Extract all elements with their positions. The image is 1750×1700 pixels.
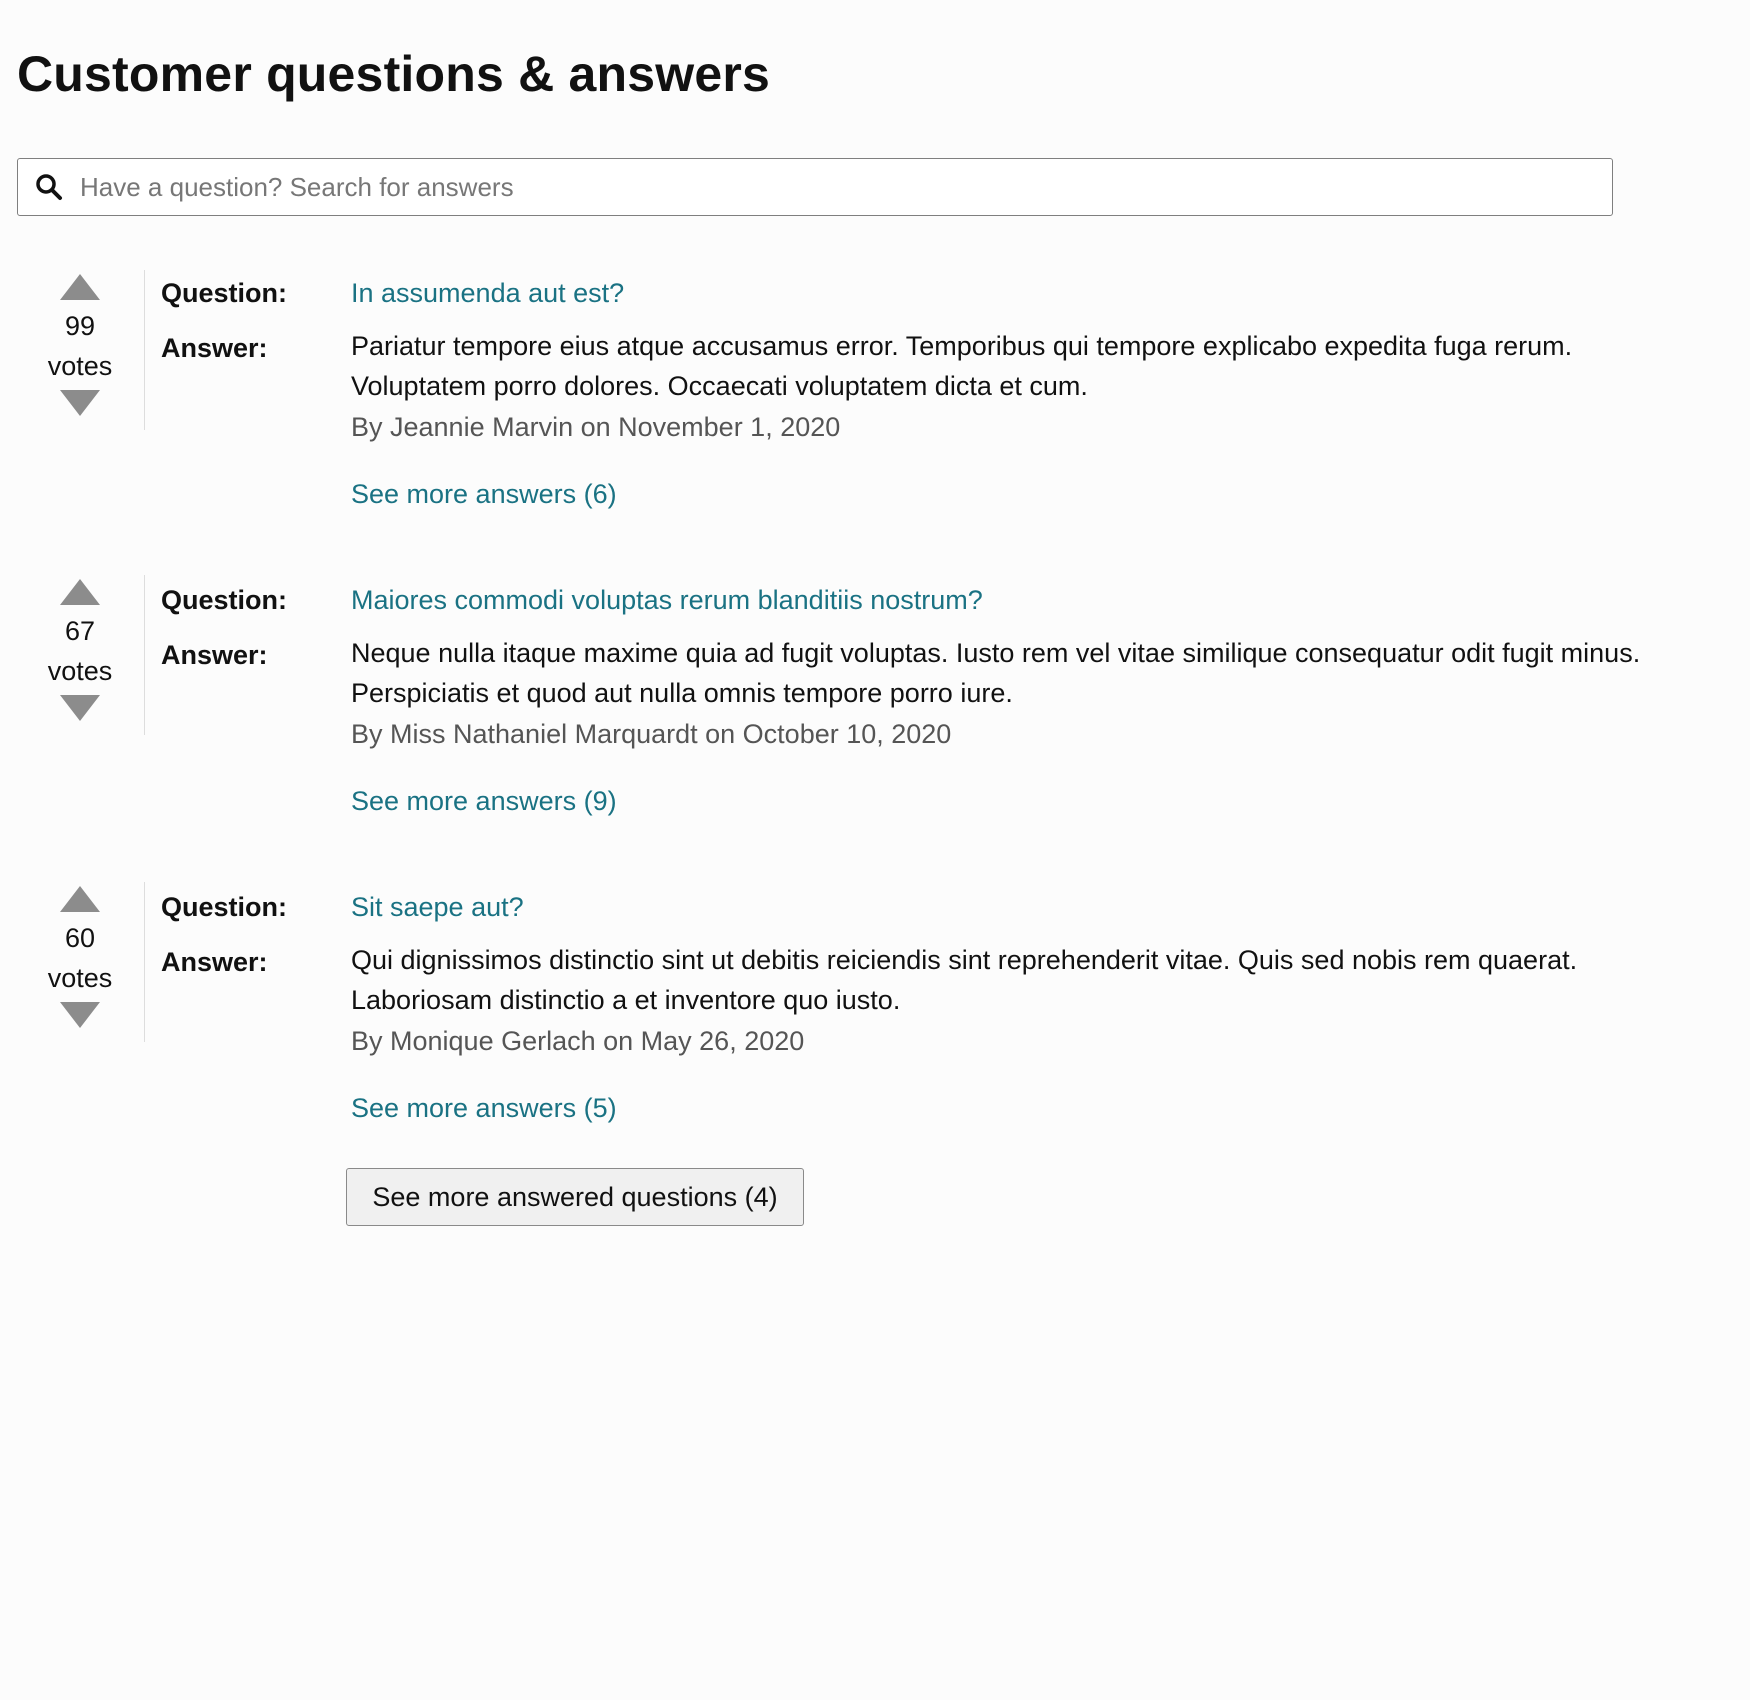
- question-label: Question:: [161, 585, 287, 615]
- answer-byline: By Miss Nathaniel Marquardt on October 1…: [351, 719, 952, 749]
- question-link[interactable]: Sit saepe aut?: [351, 892, 524, 923]
- vote-count: 99: [64, 311, 96, 341]
- vote-count: 60: [64, 923, 96, 953]
- vote-widget: 67 votes: [17, 575, 143, 725]
- answer-text: Qui dignissimos distinctio sint ut debit…: [351, 945, 1578, 1015]
- vote-unit: votes: [47, 351, 113, 381]
- search-box[interactable]: [17, 158, 1613, 216]
- search-icon: [18, 159, 80, 215]
- answer-label: Answer:: [161, 640, 268, 670]
- answer-text: Neque nulla itaque maxime quia ad fugit …: [351, 638, 1641, 708]
- upvote-arrow-icon[interactable]: [58, 882, 102, 916]
- answer-byline: By Monique Gerlach on May 26, 2020: [351, 1026, 805, 1056]
- question-label: Question:: [161, 278, 287, 308]
- vote-widget: 60 votes: [17, 882, 143, 1032]
- answer-label: Answer:: [161, 947, 268, 977]
- question-link[interactable]: Maiores commodi voluptas rerum blanditii…: [351, 585, 983, 616]
- vote-unit: votes: [47, 656, 113, 686]
- vote-count: 67: [64, 616, 96, 646]
- see-more-answers-link[interactable]: See more answers (9): [351, 786, 617, 817]
- vote-widget: 99 votes: [17, 270, 143, 420]
- answer-text: Pariatur tempore eius atque accusamus er…: [351, 331, 1573, 401]
- question-label: Question:: [161, 892, 287, 922]
- see-more-answers-link[interactable]: See more answers (6): [351, 479, 617, 510]
- vote-divider: [144, 882, 145, 1042]
- see-more-questions-button[interactable]: See more answered questions (4): [346, 1168, 804, 1226]
- downvote-arrow-icon[interactable]: [58, 386, 102, 420]
- vote-unit: votes: [47, 963, 113, 993]
- answer-byline: By Jeannie Marvin on November 1, 2020: [351, 412, 841, 442]
- search-input[interactable]: [80, 162, 1612, 212]
- downvote-arrow-icon[interactable]: [58, 998, 102, 1032]
- vote-divider: [144, 575, 145, 735]
- upvote-arrow-icon[interactable]: [58, 270, 102, 304]
- see-more-answers-link[interactable]: See more answers (5): [351, 1093, 617, 1124]
- downvote-arrow-icon[interactable]: [58, 691, 102, 725]
- answer-label: Answer:: [161, 333, 268, 363]
- question-link[interactable]: In assumenda aut est?: [351, 278, 624, 309]
- upvote-arrow-icon[interactable]: [58, 575, 102, 609]
- page-title: Customer questions & answers: [17, 46, 771, 102]
- vote-divider: [144, 270, 145, 430]
